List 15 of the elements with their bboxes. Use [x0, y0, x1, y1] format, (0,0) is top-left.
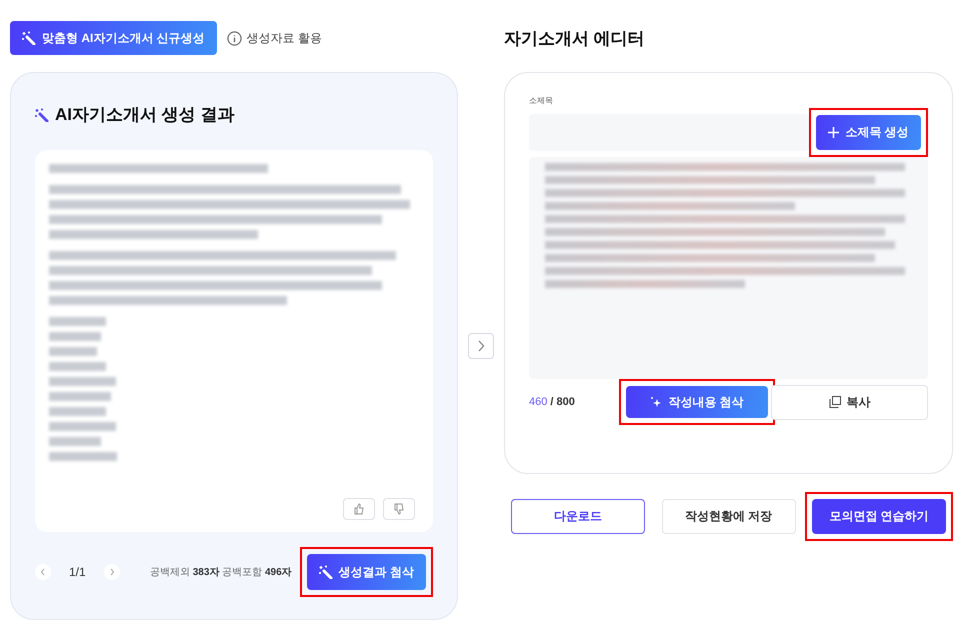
character-count: 공백제외 383자 공백포함 496자: [150, 566, 292, 579]
apply-result-button[interactable]: 생성결과 첨삭: [306, 554, 426, 590]
result-title: AI자기소개서 생성 결과: [55, 104, 234, 126]
action-button[interactable]: 다운로드: [511, 499, 645, 534]
action-button[interactable]: 모의면접 연습하기: [812, 499, 946, 534]
subtitle-label: 소제목: [529, 95, 554, 106]
character-counter: 460 / 800: [529, 396, 576, 408]
copy-button[interactable]: 복사: [771, 384, 928, 420]
info-link[interactable]: 생성자료 활용: [226, 30, 322, 46]
generate-new-button[interactable]: 맞춤형 AI자기소개서 신규생성: [10, 21, 217, 55]
edit-content-button[interactable]: 작성내용 첨삭: [626, 386, 768, 418]
editor-title: 자기소개서 에디터: [504, 28, 646, 50]
generate-subtitle-button[interactable]: 소제목 생성: [816, 115, 921, 150]
action-button[interactable]: 작성현황에 저장: [662, 499, 796, 534]
page-indicator: 1/1: [69, 565, 86, 579]
